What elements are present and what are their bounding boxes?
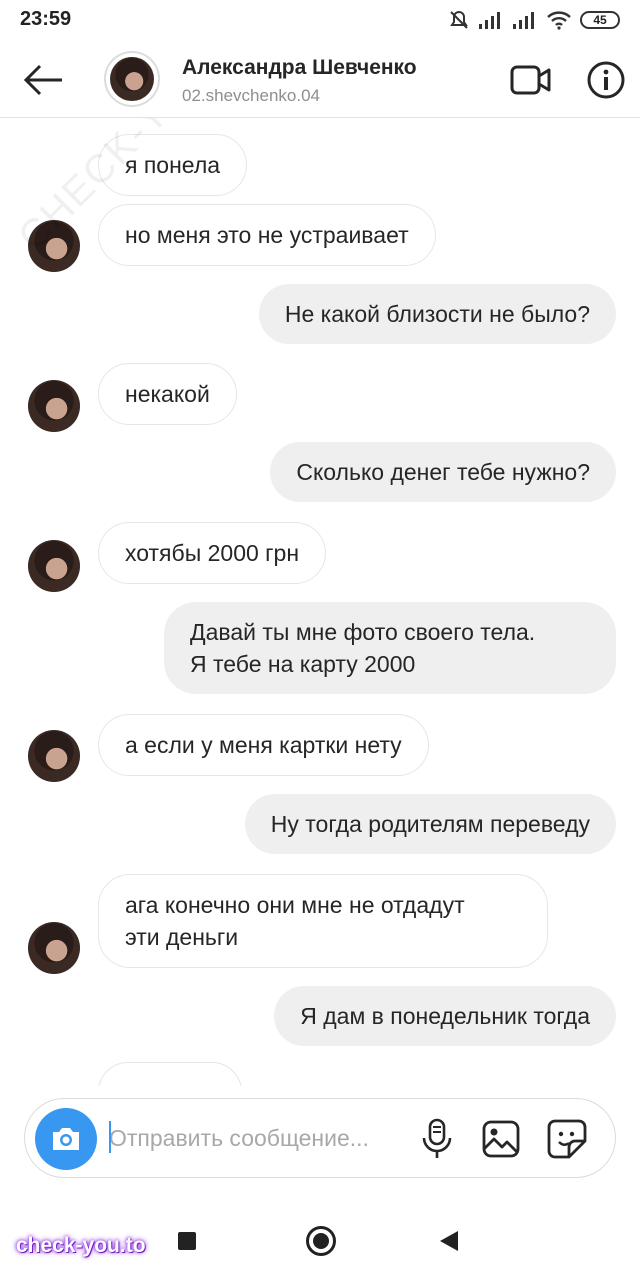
message-text: Я дам в понедельник тогда	[300, 1003, 590, 1029]
message-outgoing[interactable]: Давай ты мне фото своего тела. Я тебе на…	[164, 602, 616, 694]
message-incoming[interactable]: ага конечно они мне не отдадут эти деньг…	[98, 874, 548, 968]
message-text: Не какой близости не было?	[284, 301, 590, 327]
avatar-photo	[110, 57, 154, 101]
gallery-button[interactable]	[481, 1119, 521, 1159]
message-incoming[interactable]: некакой	[98, 363, 237, 425]
contact-username: 02.shevchenko.04	[182, 86, 320, 105]
signal-icon-2	[513, 12, 534, 29]
message-outgoing[interactable]: Сколько денег тебе нужно?	[270, 442, 616, 502]
info-button[interactable]	[586, 60, 626, 100]
camera-button[interactable]	[35, 1108, 97, 1170]
status-icons: 45	[448, 8, 620, 32]
message-incoming-partial[interactable]	[98, 1062, 242, 1086]
battery-indicator: 45	[580, 11, 620, 29]
recents-button[interactable]	[178, 1232, 196, 1250]
profile-avatar[interactable]	[104, 51, 160, 107]
message-incoming[interactable]: а если у меня картки нету	[98, 714, 429, 776]
brand-watermark: check-you.to	[16, 1234, 146, 1257]
message-outgoing[interactable]: Не какой близости не было?	[258, 284, 616, 344]
camera-icon	[53, 1128, 79, 1150]
wifi-icon	[547, 11, 571, 30]
system-back-button[interactable]	[440, 1231, 458, 1251]
message-outgoing[interactable]: Я дам в понедельник тогда	[274, 986, 616, 1046]
signal-icon	[479, 12, 500, 29]
video-camera-icon	[510, 65, 551, 95]
sender-avatar	[28, 730, 80, 782]
sender-avatar	[28, 380, 80, 432]
message-text: но меня это не устраивает	[125, 222, 409, 248]
contact-name[interactable]: Александра Шевченко	[182, 56, 417, 80]
message-text: я понела	[125, 152, 221, 178]
status-time: 23:59	[20, 8, 72, 30]
sticker-button[interactable]	[545, 1117, 589, 1161]
home-dot-icon	[313, 1233, 329, 1249]
message-incoming[interactable]: но меня это не устраивает	[98, 204, 436, 266]
sender-avatar	[28, 922, 80, 974]
message-text-line: ага конечно они мне не отдадут	[125, 892, 465, 918]
message-text-line: Давай ты мне фото своего тела.	[190, 619, 536, 645]
home-button[interactable]	[306, 1226, 336, 1256]
message-incoming[interactable]: хотябы 2000 грн	[98, 522, 327, 584]
message-incoming[interactable]: я понела	[98, 134, 248, 196]
image-icon	[482, 1120, 520, 1158]
message-text-line: эти деньги	[125, 924, 239, 950]
message-thread[interactable]: я понела но меня это не устраивает Не ка…	[0, 118, 640, 1086]
back-button[interactable]	[22, 58, 66, 102]
arrow-left-icon	[23, 64, 62, 96]
chat-header: Александра Шевченко 02.shevchenko.04	[0, 40, 640, 118]
voice-message-button[interactable]	[417, 1117, 457, 1161]
sender-avatar	[28, 220, 80, 272]
message-input[interactable]	[109, 1121, 409, 1155]
sticker-icon	[547, 1119, 587, 1159]
text-cursor	[109, 1121, 111, 1153]
message-text: Сколько денег тебе нужно?	[296, 459, 590, 485]
message-text: Ну тогда родителям переведу	[270, 811, 590, 837]
video-call-button[interactable]	[510, 62, 552, 98]
microphone-icon	[422, 1118, 452, 1158]
info-icon	[587, 61, 625, 99]
message-text: хотябы 2000 грн	[125, 540, 300, 566]
sender-avatar	[28, 540, 80, 592]
message-outgoing[interactable]: Ну тогда родителям переведу	[244, 794, 616, 854]
message-composer	[24, 1098, 616, 1178]
message-text-line: Я тебе на карту 2000	[190, 651, 416, 677]
message-text: а если у меня картки нету	[125, 732, 402, 758]
status-bar: 23:59 45	[0, 0, 640, 40]
bell-muted-icon	[450, 10, 468, 29]
message-text: некакой	[125, 381, 210, 407]
